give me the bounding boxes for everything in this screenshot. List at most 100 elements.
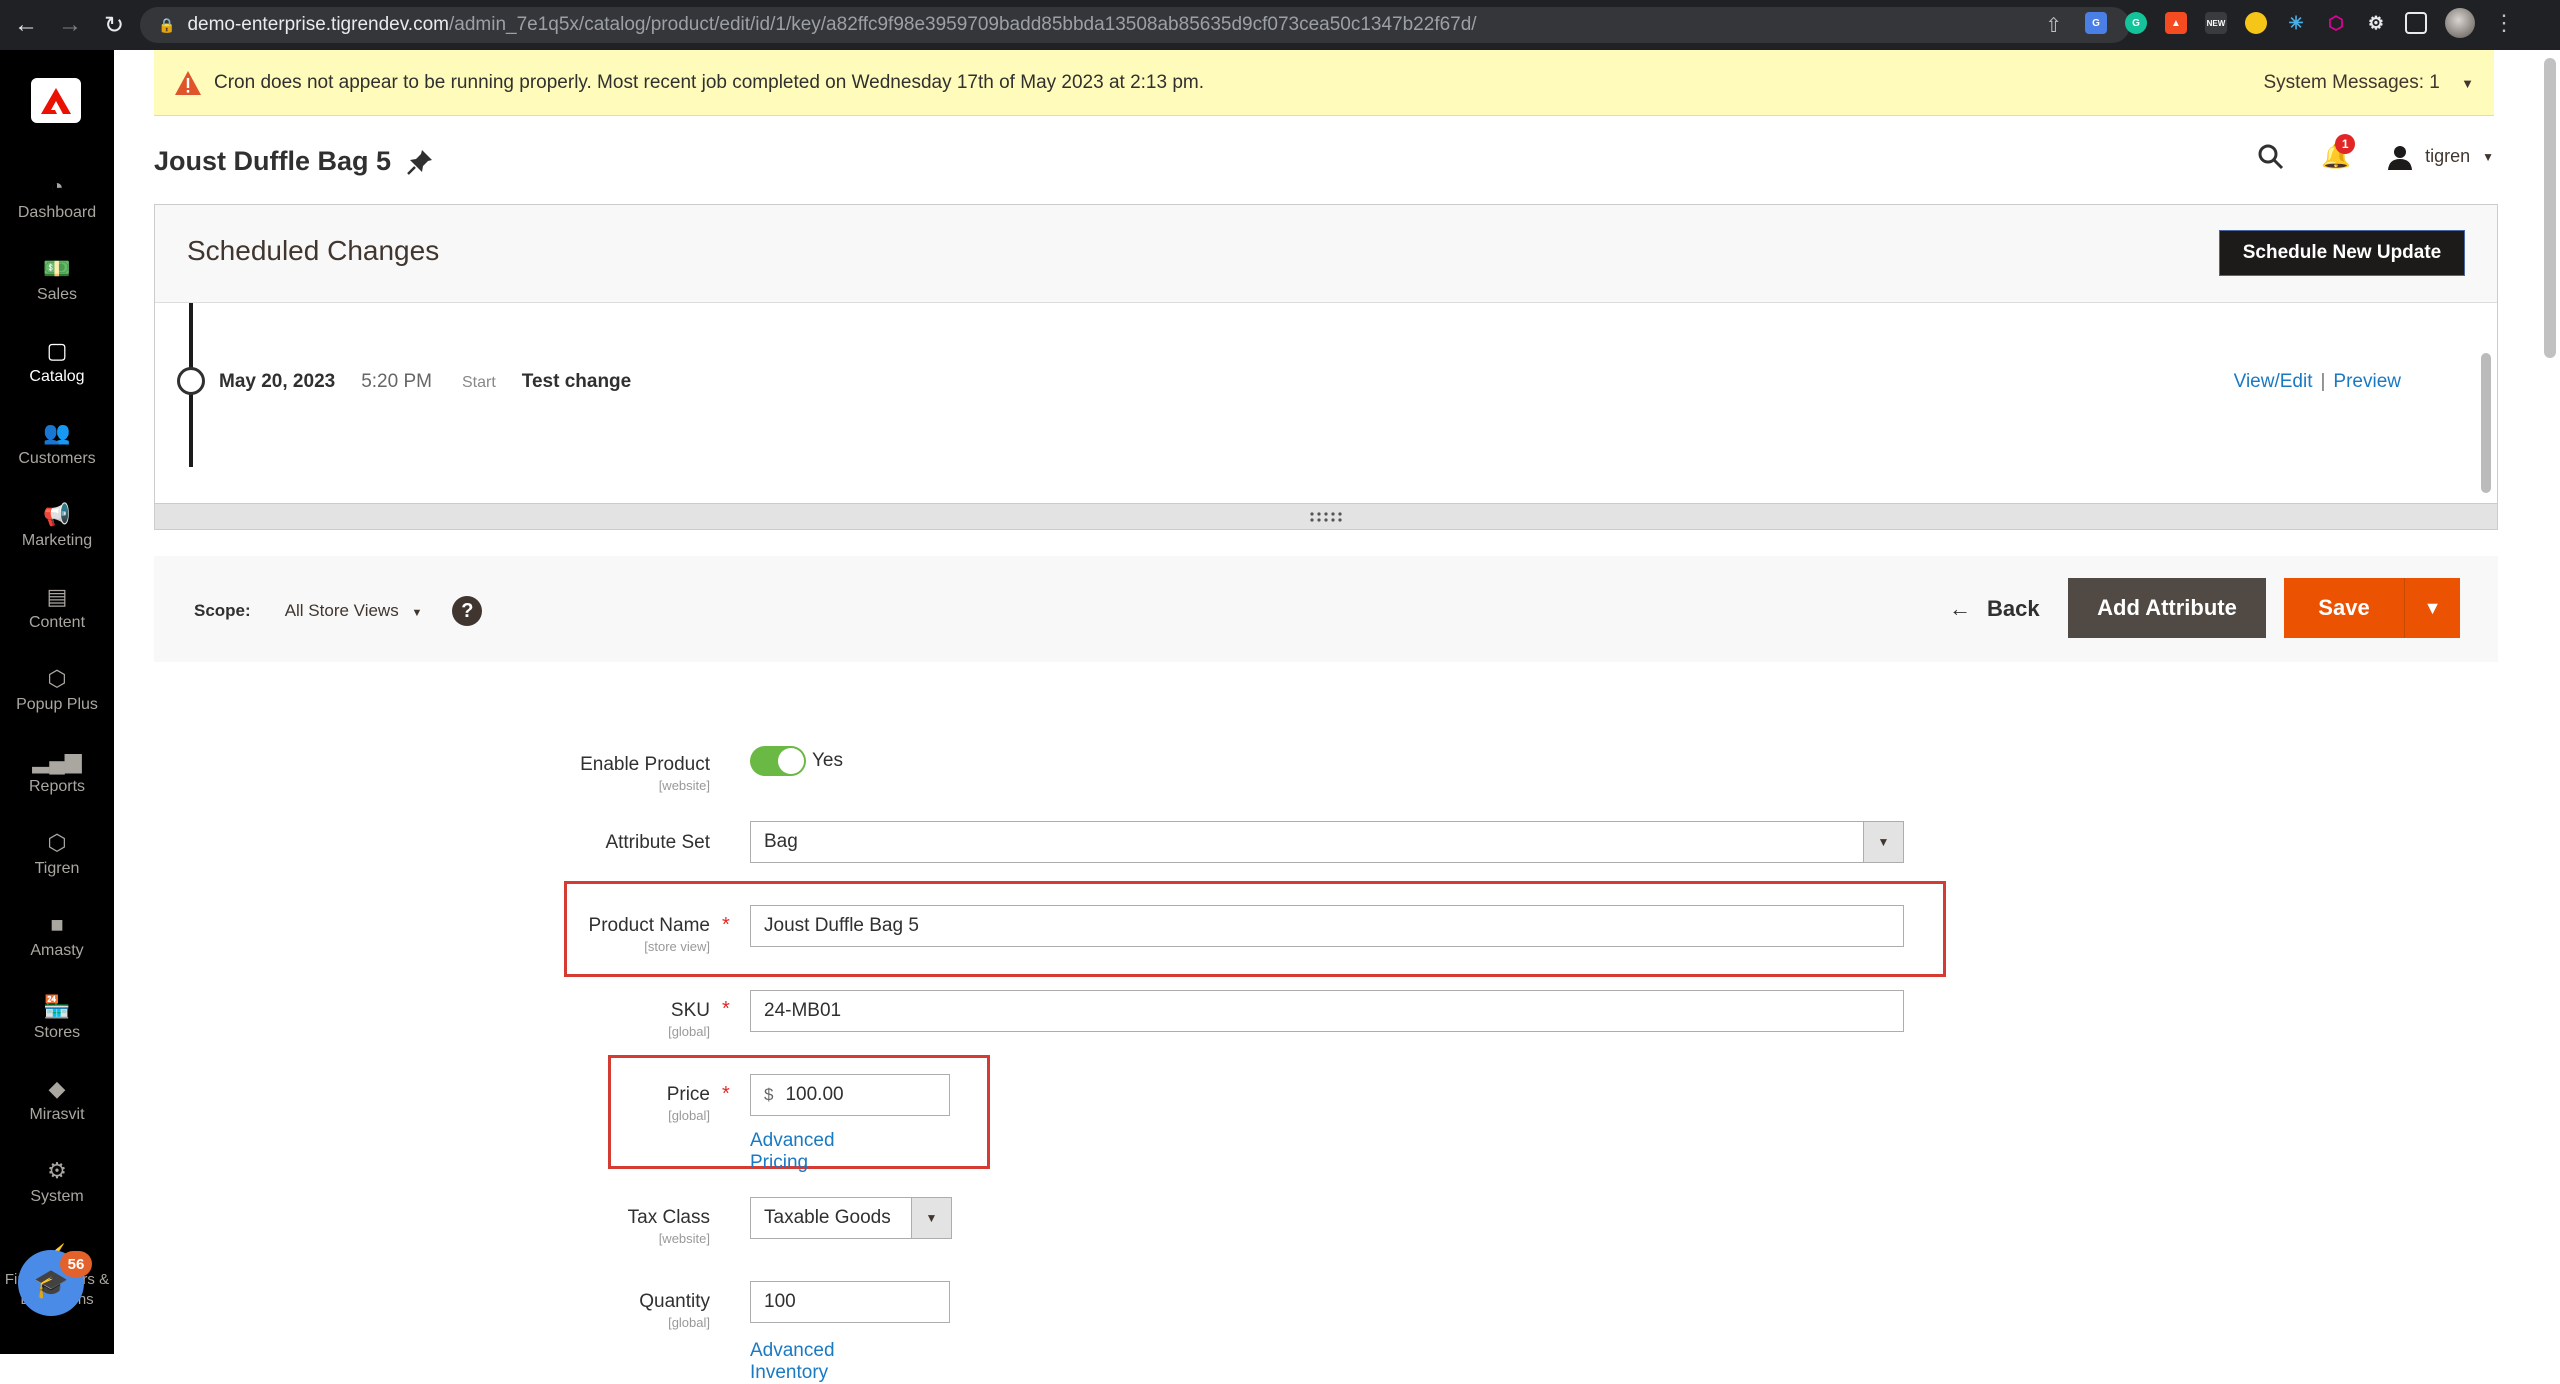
required-marker: * [722, 1083, 730, 1105]
required-marker: * [722, 998, 730, 1020]
reload-icon[interactable]: ↻ [96, 7, 132, 43]
forward-arrow-icon[interactable]: → [52, 7, 88, 43]
currency-symbol: $ [764, 1085, 774, 1104]
system-message-text: Cron does not appear to be running prope… [214, 71, 1205, 93]
grammarly-extension-icon[interactable]: G [2125, 12, 2147, 34]
back-arrow-icon[interactable]: ← [8, 7, 44, 43]
user-icon [2388, 145, 2413, 170]
enable-product-toggle[interactable] [750, 746, 806, 776]
sidebar-item-popup-plus[interactable]: ⬡ Popup Plus [0, 660, 114, 714]
attribute-set-select[interactable]: Bag ▼ [750, 821, 1904, 863]
dashboard-icon: ◔ [50, 174, 64, 199]
page-scrollbar[interactable] [2544, 58, 2556, 358]
scope-dropdown[interactable]: All Store Views ▼ [285, 601, 423, 621]
sku-label: SKU [global] [668, 1000, 710, 1039]
sidebar-item-sales[interactable]: 💵 Sales [0, 250, 114, 304]
search-icon[interactable] [2257, 143, 2285, 171]
advanced-pricing-link[interactable]: Advanced Pricing [750, 1130, 835, 1174]
enable-product-value: Yes [812, 750, 843, 771]
schedule-new-update-button[interactable]: Schedule New Update [2219, 230, 2465, 276]
sidebar-item-stores[interactable]: 🏪 Stores [0, 988, 114, 1042]
new-extension-icon[interactable]: NEW [2205, 12, 2227, 34]
scheduled-changes-list: May 20, 2023 5:20 PM Start Test change V… [155, 303, 2497, 503]
price-label: Price [global] [666, 1084, 710, 1123]
sidebar-item-label: Sales [36, 286, 78, 303]
preview-link[interactable]: Preview [2333, 371, 2401, 392]
address-bar[interactable]: 🔒 demo-enterprise.tigrendev.com/admin_7e… [140, 7, 2130, 43]
sidebar-item-label: Content [28, 614, 86, 631]
warning-icon [175, 70, 201, 95]
reports-icon: ▂▄▆ [32, 748, 82, 773]
sku-input[interactable]: 24-MB01 [750, 990, 1904, 1032]
resize-handle[interactable] [155, 503, 2497, 529]
attribute-set-label: Attribute Set [605, 832, 710, 853]
amasty-icon: ■ [50, 912, 64, 937]
sidebar-item-amasty[interactable]: ■ Amasty [0, 906, 114, 960]
network-extension-icon[interactable]: ✳ [2285, 12, 2307, 34]
more-vertical-icon[interactable]: ⋮ [2493, 10, 2515, 36]
google-translate-extension-icon[interactable]: G [2085, 12, 2107, 34]
sidebar-item-customers[interactable]: 👥 Customers [0, 414, 114, 468]
sidebar-item-label: Tigren [34, 860, 80, 877]
share-icon[interactable]: ⇧ [2045, 13, 2062, 38]
sales-icon: 💵 [43, 256, 71, 281]
scheduled-changes-panel: Scheduled Changes Schedule New Update Ma… [154, 204, 2498, 530]
gear-icon: ⚙ [47, 1158, 67, 1183]
side-panel-icon[interactable] [2405, 12, 2427, 34]
sidebar-item-mirasvit[interactable]: ◆ Mirasvit [0, 1070, 114, 1124]
system-messages-toggle[interactable]: System Messages: 1 ▼ [2264, 72, 2475, 94]
header-actions: 🔔 1 tigren ▼ [2257, 134, 2494, 171]
sidebar-item-content[interactable]: ▤ Content [0, 578, 114, 632]
scope-label: Scope: [194, 601, 251, 620]
sidebar-item-dashboard[interactable]: ◔ Dashboard [0, 168, 114, 222]
quantity-input[interactable]: 100 [750, 1281, 950, 1323]
price-input[interactable]: $ 100.00 [750, 1074, 950, 1116]
browser-profile-avatar[interactable] [2445, 8, 2475, 38]
advanced-inventory-link[interactable]: Advanced Inventory [750, 1340, 835, 1384]
page-actions: Scope: All Store Views ▼ ? ← Back Add At… [154, 556, 2498, 662]
caret-down-icon: ▼ [2482, 149, 2494, 164]
back-button[interactable]: ← Back [1949, 586, 2040, 632]
user-menu[interactable]: tigren ▼ [2387, 144, 2494, 170]
view-edit-link[interactable]: View/Edit [2234, 371, 2313, 392]
duck-extension-icon[interactable] [2245, 12, 2267, 34]
sidebar-item-label: System [30, 1188, 84, 1205]
lighthouse-extension-icon[interactable]: ▲ [2165, 12, 2187, 34]
save-options-toggle[interactable]: ▼ [2404, 578, 2460, 638]
scheduled-changes-title: Scheduled Changes [187, 235, 440, 266]
timeline-marker [177, 367, 205, 395]
save-button[interactable]: Save [2284, 578, 2404, 638]
sidebar-item-system[interactable]: ⚙ System [0, 1152, 114, 1206]
sidebar-item-label: Marketing [21, 532, 93, 549]
help-icon[interactable]: ? [452, 596, 483, 626]
admin-sidebar: ◔ Dashboard 💵 Sales ▢ Catalog 👥 Customer… [0, 50, 114, 1354]
sidebar-item-tigren[interactable]: ⬡ Tigren [0, 824, 114, 878]
sidebar-item-reports[interactable]: ▂▄▆ Reports [0, 742, 114, 796]
required-marker: * [722, 914, 730, 936]
change-name: Test change [521, 371, 632, 392]
quantity-label: Quantity [global] [639, 1291, 710, 1330]
caret-down-icon: ▼ [911, 1198, 951, 1238]
tax-class-select[interactable]: Taxable Goods ▼ [750, 1197, 952, 1239]
sidebar-item-label: Catalog [29, 368, 85, 385]
product-name-input[interactable]: Joust Duffle Bag 5 [750, 905, 1904, 947]
system-message-bar: Cron does not appear to be running prope… [154, 50, 2494, 116]
arrow-left-icon: ← [1949, 596, 1971, 621]
url-path: /admin_7e1q5x/catalog/product/edit/id/1/… [448, 14, 1477, 35]
link-separator: | [2320, 371, 2326, 392]
sidebar-item-marketing[interactable]: 📢 Marketing [0, 496, 114, 550]
helper-badge: 56 [60, 1251, 92, 1277]
sidebar-item-label: Popup Plus [16, 696, 98, 713]
pin-icon[interactable] [405, 147, 435, 177]
graphql-extension-icon[interactable]: ⬡ [2325, 12, 2347, 34]
notifications-button[interactable]: 🔔 1 [2321, 134, 2356, 171]
caret-down-icon: ▼ [2423, 597, 2442, 618]
sidebar-item-catalog[interactable]: ▢ Catalog [0, 332, 114, 386]
add-attribute-button[interactable]: Add Attribute [2068, 578, 2266, 638]
adobe-commerce-logo[interactable] [31, 78, 81, 123]
sidebar-item-label: Customers [18, 450, 96, 467]
enable-product-label: Enable Product [website] [580, 754, 710, 793]
puzzle-extensions-icon[interactable]: ⚙ [2365, 12, 2387, 34]
panel-scrollbar[interactable] [2481, 353, 2491, 493]
scheduled-change-item: May 20, 2023 5:20 PM Start Test change [219, 371, 631, 393]
